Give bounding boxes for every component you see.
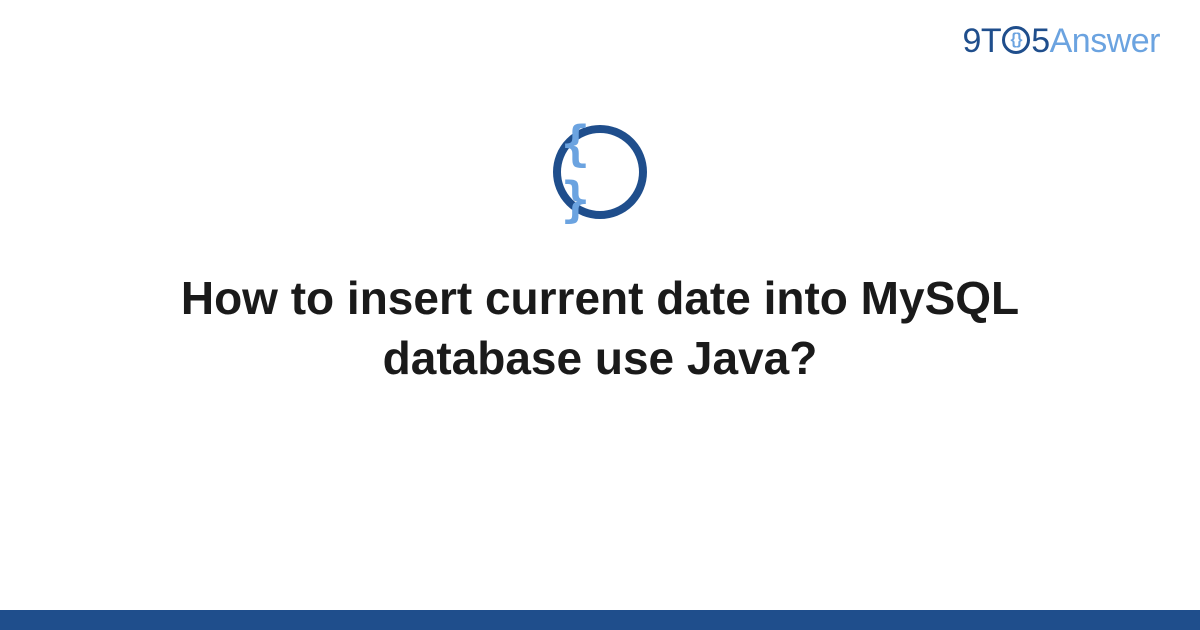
code-braces-icon: { } [553, 125, 647, 219]
footer-accent-bar [0, 610, 1200, 630]
brand-answer-text: Answer [1050, 22, 1160, 60]
brand-prefix: 9T [963, 22, 1002, 60]
brand-suffix: 5 [1031, 22, 1049, 60]
question-title: How to insert current date into MySQL da… [150, 269, 1050, 389]
brand-logo: 9T{}5Answer [963, 22, 1160, 61]
brand-header: 9T{}5Answer [963, 22, 1160, 61]
brand-circle-icon: {} [1002, 26, 1030, 54]
braces-glyph: { } [561, 116, 639, 228]
main-content: { } How to insert current date into MySQ… [0, 125, 1200, 389]
